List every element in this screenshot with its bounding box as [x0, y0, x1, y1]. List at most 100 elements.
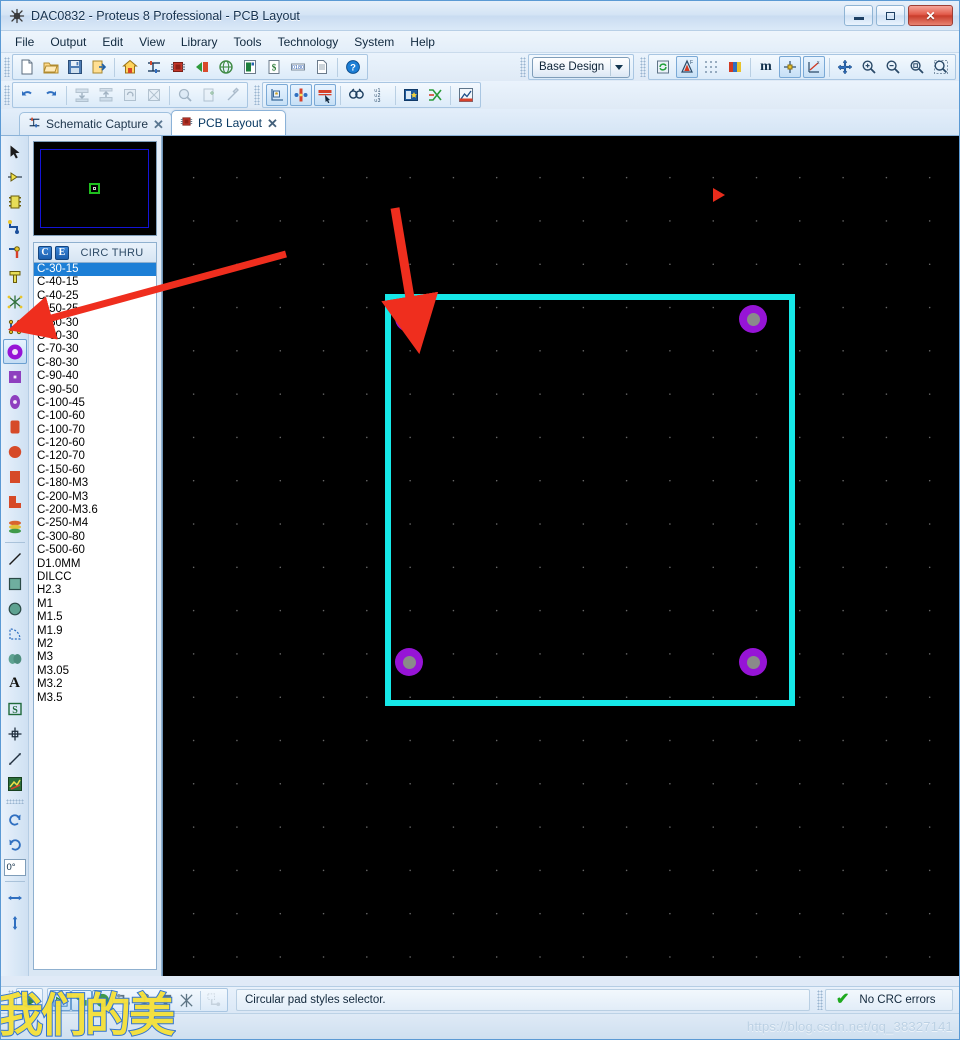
home-icon[interactable]	[119, 56, 141, 78]
tab-pcb-layout[interactable]: PCB Layout ✕	[170, 110, 286, 135]
ratsnest-mode-icon[interactable]	[3, 289, 27, 314]
menu-edit[interactable]: Edit	[94, 33, 131, 51]
export-layout-icon[interactable]	[95, 84, 117, 106]
board-edge-icon[interactable]	[266, 84, 288, 106]
layer-select-icon[interactable]	[3, 771, 27, 796]
edit-package-button[interactable]: E	[55, 245, 69, 260]
object-list-item[interactable]: C-60-30	[34, 330, 156, 343]
chart-icon[interactable]	[455, 84, 477, 106]
pcb-layout-icon[interactable]	[167, 56, 189, 78]
save-design-icon[interactable]	[64, 56, 86, 78]
selection-mode-icon[interactable]	[3, 139, 27, 164]
design-selector[interactable]: Base Design	[532, 56, 630, 78]
mirror-horizontal-icon[interactable]	[3, 885, 27, 910]
preview-navigator[interactable]	[33, 141, 157, 236]
rotate-clockwise-icon[interactable]	[3, 807, 27, 832]
track-mode-icon[interactable]	[3, 214, 27, 239]
object-list-item[interactable]: C-50-30	[34, 317, 156, 330]
dil-pad-mode-icon[interactable]	[3, 389, 27, 414]
help-icon[interactable]: ?	[342, 56, 364, 78]
colour-icon[interactable]	[724, 56, 746, 78]
pcb-canvas[interactable]	[162, 136, 959, 976]
pad-bottom-right[interactable]	[739, 648, 767, 676]
import-layout-icon[interactable]	[71, 84, 93, 106]
rectangle-tool-icon[interactable]	[3, 571, 27, 596]
object-list-item[interactable]: C-100-60	[34, 410, 156, 423]
object-list-item[interactable]: M3.2	[34, 678, 156, 691]
pad-bottom-left[interactable]	[395, 648, 423, 676]
object-list-item[interactable]: DILCC	[34, 571, 156, 584]
toolbar-grip[interactable]	[640, 57, 646, 77]
pad-top-left[interactable]	[395, 304, 423, 332]
polygonal-pad-mode-icon[interactable]	[3, 464, 27, 489]
3d-visualizer-icon[interactable]	[191, 56, 213, 78]
maximize-button[interactable]	[876, 5, 905, 26]
refresh-icon[interactable]	[119, 84, 141, 106]
origin-icon[interactable]	[779, 56, 801, 78]
object-list-item[interactable]: M1.9	[34, 625, 156, 638]
menu-technology[interactable]: Technology	[270, 33, 347, 51]
report-icon[interactable]	[311, 56, 333, 78]
object-list-item[interactable]: C-100-45	[34, 397, 156, 410]
open-design-icon[interactable]	[40, 56, 62, 78]
menu-system[interactable]: System	[346, 33, 402, 51]
object-list-item[interactable]: C-40-15	[34, 276, 156, 289]
tab-schematic-capture[interactable]: Schematic Capture ✕	[19, 112, 172, 135]
create-package-button[interactable]: C	[38, 245, 52, 260]
object-list-item[interactable]: M1.5	[34, 611, 156, 624]
board-outline[interactable]	[385, 294, 795, 706]
object-list[interactable]: C-30-15 C-40-15 C-40-25 C-50-25 C-50-30 C-60-…	[33, 262, 157, 970]
object-list-item[interactable]: C-70-30	[34, 343, 156, 356]
ratsnest-mode-icon[interactable]	[176, 990, 197, 1011]
dimension-tool-icon[interactable]	[3, 746, 27, 771]
toolbar-grip[interactable]	[254, 85, 260, 105]
object-list-item[interactable]: C-200-M3	[34, 491, 156, 504]
edge-pad-mode-icon[interactable]	[3, 414, 27, 439]
zone-mode-icon[interactable]	[3, 264, 27, 289]
object-list-item[interactable]: H2.3	[34, 584, 156, 597]
object-list-item[interactable]: C-90-50	[34, 384, 156, 397]
toolbar-grip[interactable]	[5, 799, 24, 804]
project-notes-icon[interactable]: $	[263, 56, 285, 78]
refresh-view-icon[interactable]	[652, 56, 674, 78]
object-list-item[interactable]: C-120-70	[34, 450, 156, 463]
axes-icon[interactable]: x	[803, 56, 825, 78]
close-icon[interactable]: ✕	[267, 117, 278, 130]
redo-icon[interactable]	[40, 84, 62, 106]
stack-pad-mode-icon[interactable]	[3, 489, 27, 514]
object-list-item[interactable]: D1.0MM	[34, 558, 156, 571]
ratsnest-icon[interactable]	[290, 84, 312, 106]
arc-tool-icon[interactable]	[3, 621, 27, 646]
menu-library[interactable]: Library	[173, 33, 226, 51]
text-tool-icon[interactable]: A	[3, 671, 27, 696]
object-list-item[interactable]: C-40-25	[34, 290, 156, 303]
zoom-out-icon[interactable]	[882, 56, 904, 78]
new-design-icon[interactable]	[16, 56, 38, 78]
close-icon[interactable]: ✕	[153, 118, 164, 131]
line-tool-icon[interactable]	[3, 546, 27, 571]
pad-top-right[interactable]	[739, 305, 767, 333]
toolbar-grip[interactable]	[520, 57, 526, 77]
object-list-item[interactable]: C-180-M3	[34, 477, 156, 490]
undo-icon[interactable]	[16, 84, 38, 106]
grid-icon[interactable]	[700, 56, 722, 78]
symbol-tool-icon[interactable]: S	[3, 696, 27, 721]
select-box-icon[interactable]	[314, 84, 336, 106]
zoom-in-icon[interactable]	[858, 56, 880, 78]
component-mode-icon[interactable]	[3, 164, 27, 189]
menu-help[interactable]: Help	[402, 33, 443, 51]
schematic-capture-icon[interactable]	[143, 56, 165, 78]
object-list-item[interactable]: M1	[34, 598, 156, 611]
search-zoom-icon[interactable]	[174, 84, 196, 106]
object-list-item[interactable]: C-250-M4	[34, 517, 156, 530]
menu-output[interactable]: Output	[42, 33, 94, 51]
object-list-item[interactable]: C-50-25	[34, 303, 156, 316]
object-list-item[interactable]: M2	[34, 638, 156, 651]
import-export-icon[interactable]	[88, 56, 110, 78]
close-button[interactable]: ✕	[908, 5, 953, 26]
rotate-anticlockwise-icon[interactable]	[3, 832, 27, 857]
object-list-item[interactable]: M3.5	[34, 692, 156, 705]
object-list-item[interactable]: C-300-80	[34, 531, 156, 544]
path-tool-icon[interactable]	[3, 646, 27, 671]
toolbar-grip[interactable]	[4, 57, 10, 77]
